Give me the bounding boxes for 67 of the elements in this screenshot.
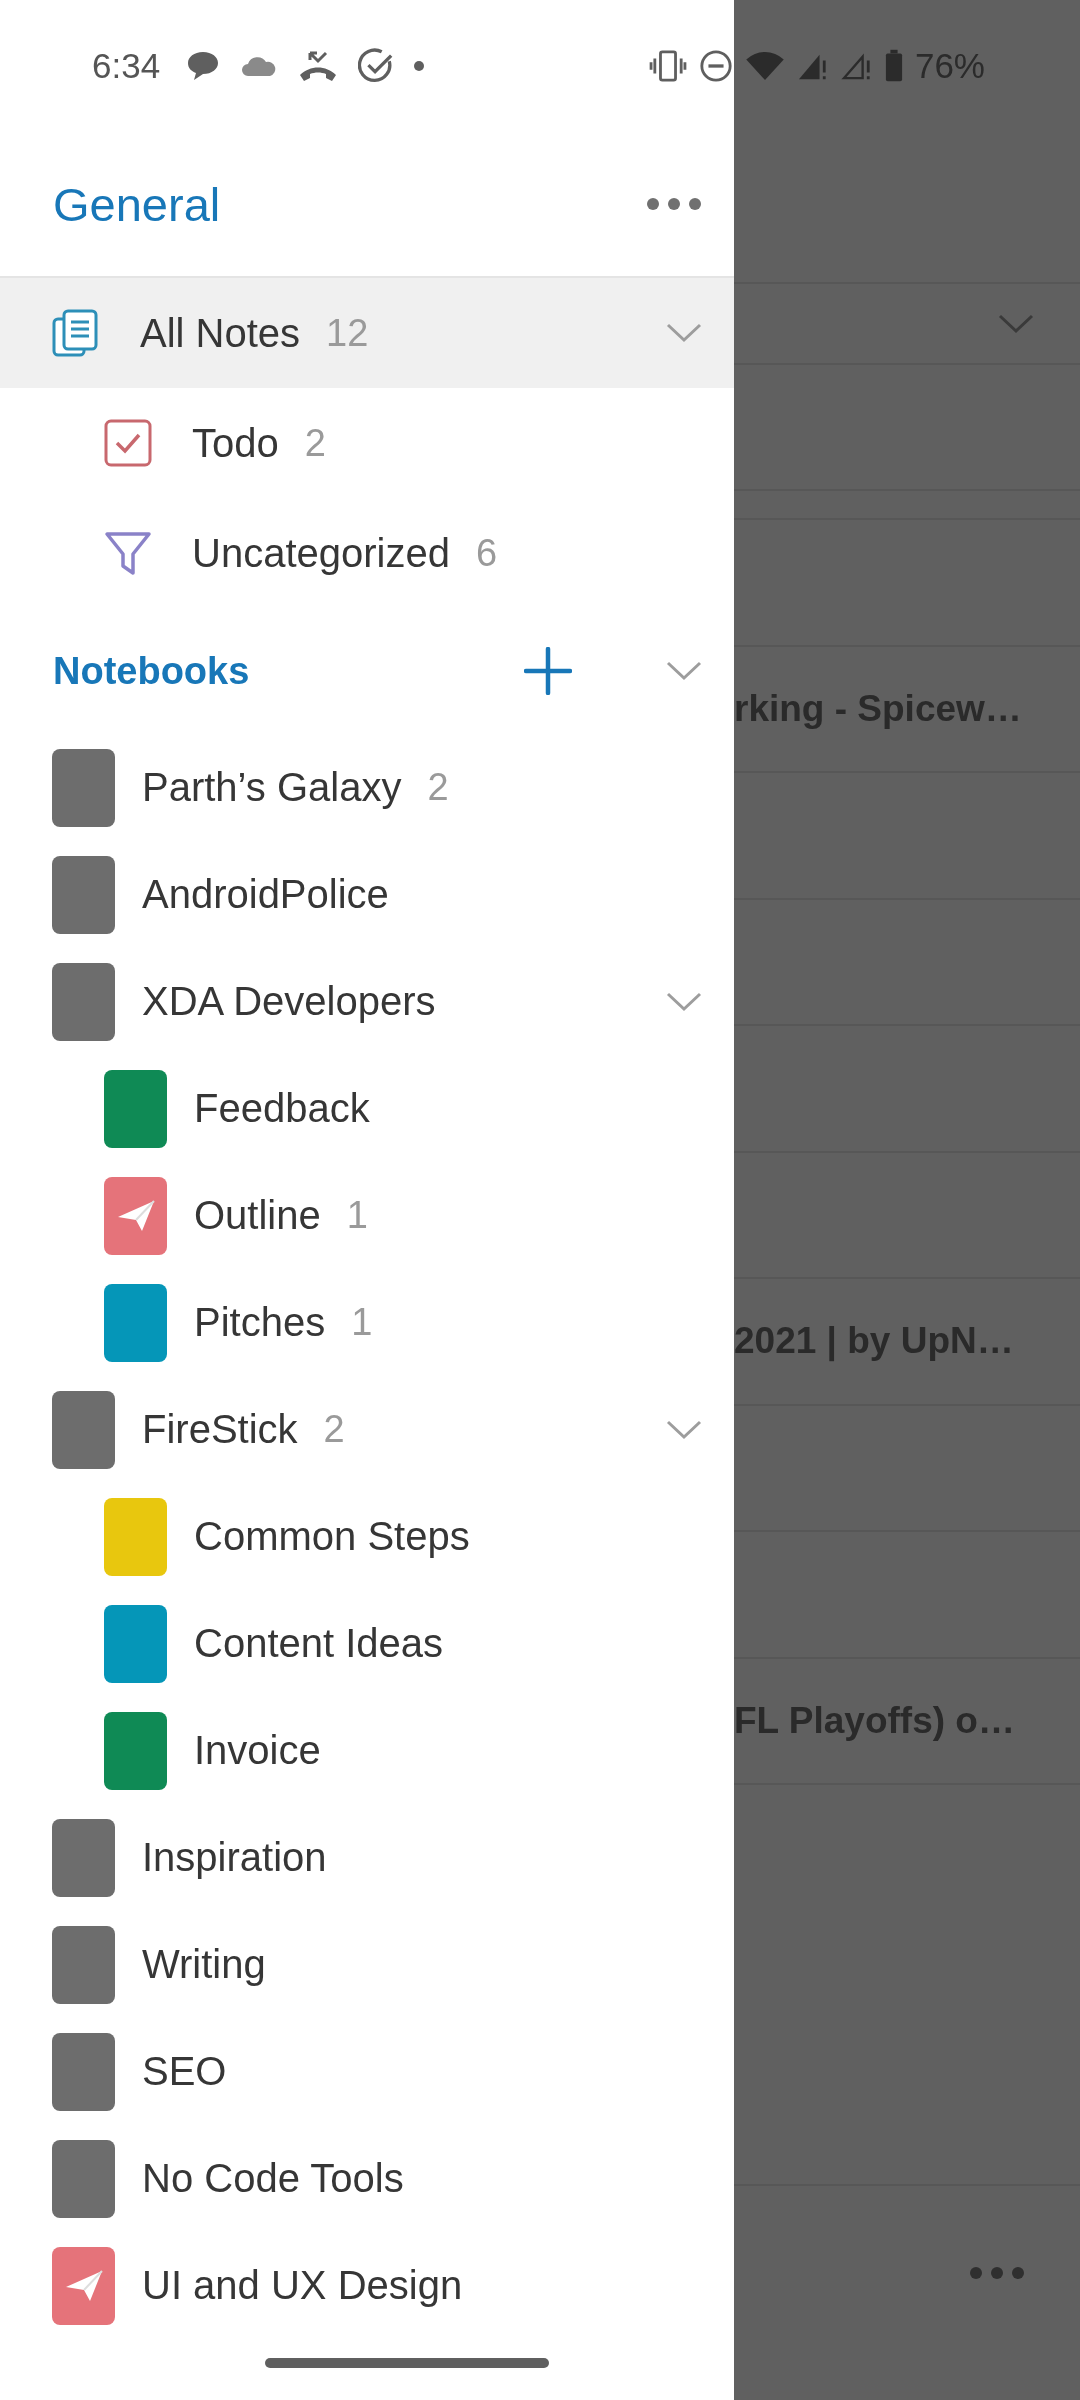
- vibrate-icon: [648, 50, 687, 82]
- notebook-name: Invoice: [194, 1728, 321, 1773]
- library-item[interactable]: Todo 2: [0, 388, 734, 498]
- signal-icon: [840, 51, 873, 81]
- chevron-down-icon[interactable]: [666, 991, 702, 1012]
- note-count: 6: [475, 531, 498, 575]
- notebook-name: AndroidPolice: [142, 872, 389, 917]
- library-label: Todo: [192, 420, 279, 466]
- notebook-item[interactable]: Inspiration: [0, 1804, 734, 1911]
- notebook-name: XDA Developers: [142, 979, 436, 1024]
- funnel-icon: [104, 529, 152, 577]
- checkbox-icon: [104, 419, 152, 467]
- notebook-item[interactable]: FireStick 2: [0, 1376, 734, 1483]
- do-not-disturb-icon: [698, 49, 733, 83]
- check-circle-icon: [358, 48, 395, 84]
- section-heading: Notebooks: [53, 649, 250, 693]
- notebook-item[interactable]: XDA Developers: [0, 948, 734, 1055]
- note-count: 1: [351, 1301, 373, 1344]
- notebook-item[interactable]: Invoice: [0, 1697, 734, 1804]
- add-icon[interactable]: [524, 647, 572, 695]
- notebook-item[interactable]: No Code Tools: [0, 2125, 734, 2232]
- battery-icon: [884, 49, 903, 83]
- notebook-item[interactable]: UI and UX Design: [0, 2232, 734, 2339]
- notebook-name: UI and UX Design: [142, 2263, 463, 2308]
- library-label: All Notes: [140, 310, 301, 356]
- wifi-icon: [744, 51, 785, 81]
- notebook-item[interactable]: Pitches 1: [0, 1269, 734, 1376]
- note-count: 2: [427, 766, 449, 809]
- chevron-down-icon[interactable]: [998, 313, 1034, 334]
- notebook-name: Parth’s Galaxy: [142, 765, 402, 810]
- dot-icon: [414, 61, 425, 71]
- note-count: 1: [346, 1194, 368, 1237]
- chevron-down-icon[interactable]: [666, 1419, 702, 1440]
- notebook-name: FireStick: [142, 1407, 298, 1452]
- note-count: 12: [326, 311, 369, 355]
- notebook-item[interactable]: Common Steps: [0, 1483, 734, 1590]
- chat-bubble-icon: [186, 50, 221, 82]
- notebook-name: Content Ideas: [194, 1621, 444, 1666]
- notebook-name: No Code Tools: [142, 2156, 404, 2201]
- notebook-name: Common Steps: [194, 1514, 470, 1559]
- notebook-name: SEO: [142, 2049, 227, 2094]
- home-indicator[interactable]: [265, 2357, 549, 2368]
- notebook-name: Feedback: [194, 1086, 370, 1131]
- notebook-item[interactable]: SEO: [0, 2018, 734, 2125]
- notebook-item[interactable]: Content Ideas: [0, 1590, 734, 1697]
- missed-call-icon: [298, 49, 339, 83]
- library-label: Uncategorized: [192, 530, 450, 576]
- more-icon[interactable]: [646, 197, 702, 211]
- notes-stack-icon: [52, 309, 100, 357]
- chevron-down-icon[interactable]: [666, 323, 702, 343]
- library-item[interactable]: Uncategorized 6: [0, 498, 734, 608]
- notebook-name: Writing: [142, 1942, 266, 1987]
- clock: 6:34: [92, 46, 161, 86]
- notebook-name: Outline: [194, 1193, 321, 1238]
- note-count: 2: [304, 421, 326, 465]
- notebook-item[interactable]: Writing: [0, 1911, 734, 2018]
- notebook-item[interactable]: Outline 1: [0, 1162, 734, 1269]
- more-icon[interactable]: [969, 2266, 1025, 2280]
- chevron-down-icon[interactable]: [666, 661, 702, 681]
- notebook-name: Inspiration: [142, 1835, 327, 1880]
- notebook-item[interactable]: AndroidPolice: [0, 841, 734, 948]
- notebook-name: Pitches: [194, 1300, 326, 1345]
- notebook-title: General: [53, 176, 221, 232]
- library-item[interactable]: All Notes 12: [0, 278, 734, 388]
- notebook-item[interactable]: Parth’s Galaxy 2: [0, 734, 734, 841]
- note-count: 2: [323, 1408, 345, 1451]
- notebook-item[interactable]: Feedback: [0, 1055, 734, 1162]
